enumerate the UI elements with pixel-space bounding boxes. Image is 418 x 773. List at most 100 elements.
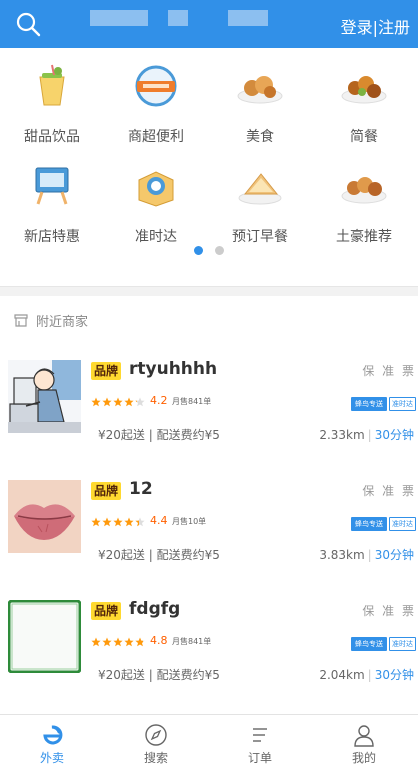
star-icon	[135, 517, 145, 527]
distance: 3.83km	[319, 548, 365, 562]
star-icon	[113, 517, 123, 527]
rating-score: 4.4	[150, 514, 168, 527]
tab-label: 我的	[351, 751, 376, 765]
category-label: 甜品饮品	[24, 129, 80, 145]
carousel-indicator	[0, 246, 418, 258]
category-item[interactable]: 商超便利	[104, 48, 208, 148]
delivery-fees: ¥20起送 | 配送费约¥5	[98, 428, 220, 442]
category-label: 准时达	[135, 229, 177, 245]
dish-icon	[339, 162, 389, 210]
star-icon	[124, 517, 134, 527]
star-icon	[135, 637, 145, 647]
drink-icon	[27, 62, 77, 110]
takeaway-e-icon	[40, 723, 64, 747]
distance-time: 2.04km | 30分钟	[319, 668, 414, 682]
tab-profile[interactable]: 我的	[312, 715, 416, 773]
category-item[interactable]: 土豪推荐	[312, 148, 416, 248]
brand-badge: 品牌	[91, 362, 122, 380]
delivery-tags: 蜂鸟专送 准时达	[351, 397, 416, 411]
tab-label: 搜索	[143, 751, 168, 765]
category-label: 商超便利	[128, 129, 184, 145]
shop-image	[8, 360, 81, 433]
rating-stars	[91, 397, 145, 407]
tab-takeaway[interactable]: 外卖	[0, 715, 104, 773]
distance-time: 3.83km | 30分钟	[319, 548, 414, 562]
shop-list-item[interactable]: 品牌 rtyuhhhh 保 准 票 4.2 月售841单 蜂鸟专送 准时达 ¥2…	[0, 359, 418, 478]
tab-label: 外卖	[39, 751, 64, 765]
delivery-tags: 蜂鸟专送 准时达	[351, 637, 416, 651]
search-icon[interactable]	[14, 10, 42, 38]
tab-search[interactable]: 搜索	[104, 715, 208, 773]
star-icon	[124, 637, 134, 647]
delivery-time: 30分钟	[374, 428, 414, 442]
food-plate-icon	[235, 62, 285, 110]
shop-name: 12	[129, 479, 153, 499]
star-icon	[102, 517, 112, 527]
nearby-title: 附近商家	[36, 315, 89, 330]
carousel-dot[interactable]	[215, 246, 224, 255]
delivery-fees: ¥20起送 | 配送费约¥5	[98, 668, 220, 682]
category-label: 新店特惠	[24, 229, 80, 245]
brand-badge: 品牌	[91, 482, 122, 500]
on-time-box-icon	[131, 162, 181, 210]
distance: 2.33km	[319, 428, 365, 442]
category-item[interactable]: 准时达	[104, 148, 208, 248]
guarantee-labels: 保 准 票	[362, 364, 416, 378]
star-icon	[91, 517, 101, 527]
address-redacted-block	[90, 10, 148, 26]
section-divider	[0, 286, 418, 296]
category-item[interactable]: 美食	[208, 48, 312, 148]
star-icon	[135, 397, 145, 407]
shop-image	[8, 600, 81, 673]
app-header: 登录|注册	[0, 0, 418, 48]
shop-list-item[interactable]: 品牌 fdgfg 保 准 票 4.8 月售841单 蜂鸟专送 准时达 ¥20起送…	[0, 599, 418, 718]
star-icon	[113, 397, 123, 407]
carousel-dot[interactable]	[194, 246, 203, 255]
fengniao-delivery-tag: 蜂鸟专送	[351, 397, 387, 411]
category-label: 土豪推荐	[336, 229, 392, 245]
tab-orders[interactable]: 订单	[208, 715, 312, 773]
compass-icon	[144, 723, 168, 747]
category-label: 美食	[246, 129, 274, 145]
brand-badge: 品牌	[91, 602, 122, 620]
ontime-tag: 准时达	[389, 397, 416, 411]
fengniao-delivery-tag: 蜂鸟专送	[351, 637, 387, 651]
guarantee-labels: 保 准 票	[362, 604, 416, 618]
delivery-time: 30分钟	[374, 668, 414, 682]
new-shop-sign-icon	[27, 162, 77, 210]
delivery-time: 30分钟	[374, 548, 414, 562]
delivery-tags: 蜂鸟专送 准时达	[351, 517, 416, 531]
nearby-shops-heading: 附近商家	[0, 296, 418, 342]
shop-icon	[13, 312, 29, 332]
fengniao-delivery-tag: 蜂鸟专送	[351, 517, 387, 531]
bottom-tab-bar: 外卖 搜索 订单 我的	[0, 714, 418, 773]
user-profile-icon	[352, 723, 376, 747]
monthly-sales: 月售10单	[172, 517, 207, 526]
ontime-tag: 准时达	[389, 637, 416, 651]
category-grid: 甜品饮品 商超便利 美食 简餐 新店特惠 准时达 预订早餐 土豪推荐	[0, 48, 418, 286]
distance-time: 2.33km | 30分钟	[319, 428, 414, 442]
rating-stars	[91, 517, 145, 527]
distance: 2.04km	[319, 668, 365, 682]
order-list-icon	[248, 723, 272, 747]
ontime-tag: 准时达	[389, 517, 416, 531]
category-item[interactable]: 预订早餐	[208, 148, 312, 248]
shop-list-item[interactable]: 品牌 12 保 准 票 4.4 月售10单 蜂鸟专送 准时达 ¥20起送 | 配…	[0, 479, 418, 598]
monthly-sales: 月售841单	[172, 637, 212, 646]
category-item[interactable]: 甜品饮品	[0, 48, 104, 148]
category-item[interactable]: 简餐	[312, 48, 416, 148]
rating-score: 4.2	[150, 394, 168, 407]
login-register-link[interactable]: 登录|注册	[341, 14, 410, 38]
rating-stars	[91, 637, 145, 647]
shop-name: fdgfg	[129, 599, 181, 619]
tab-label: 订单	[247, 751, 272, 765]
shop-image	[8, 480, 81, 553]
star-icon	[102, 637, 112, 647]
meal-plate-icon	[339, 62, 389, 110]
monthly-sales: 月售841单	[172, 397, 212, 406]
category-label: 简餐	[350, 129, 378, 145]
star-icon	[113, 637, 123, 647]
category-item[interactable]: 新店特惠	[0, 148, 104, 248]
breakfast-sandwich-icon	[235, 162, 285, 210]
guarantee-labels: 保 准 票	[362, 484, 416, 498]
